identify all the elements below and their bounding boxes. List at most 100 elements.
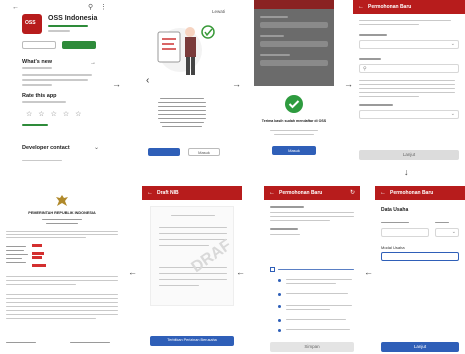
chevron-down-icon: ⌄ bbox=[450, 41, 455, 47]
nib-body bbox=[6, 280, 118, 281]
next-button[interactable]: Lanjut bbox=[359, 150, 459, 160]
section-heading bbox=[270, 206, 304, 208]
field-hint bbox=[359, 80, 455, 81]
refresh-icon[interactable]: ↻ bbox=[350, 190, 355, 196]
search-icon[interactable]: ⚲ bbox=[88, 4, 93, 11]
list-item bbox=[286, 279, 352, 280]
field-label bbox=[435, 222, 449, 223]
nib-field-label bbox=[6, 246, 26, 247]
chevron-down-icon: ⌄ bbox=[450, 111, 455, 117]
back-arrow-icon[interactable]: ← bbox=[12, 4, 19, 11]
flow-arrow-left-icon: ← bbox=[364, 267, 373, 277]
success-sheet: Terima kasih sudah mendaftar di OSS Masu… bbox=[254, 86, 334, 166]
flow-arrow-left-icon: ← bbox=[236, 267, 245, 277]
flow-arrow-right-icon: → bbox=[344, 79, 353, 89]
open-button[interactable] bbox=[62, 41, 96, 49]
bullet-icon bbox=[278, 319, 281, 322]
redacted-value bbox=[32, 244, 42, 247]
field-hint bbox=[359, 96, 419, 97]
onboarding-illustration bbox=[157, 25, 215, 75]
search-field[interactable]: ⚲ bbox=[359, 64, 459, 73]
app-header: ← Permohonan Baru ↻ bbox=[264, 186, 360, 200]
rating-stars[interactable]: ☆☆☆☆☆ bbox=[26, 110, 100, 118]
star-icon[interactable]: ☆ bbox=[38, 111, 50, 118]
header-title: Permohonan Baru bbox=[279, 189, 323, 196]
field-label bbox=[359, 104, 393, 106]
draft-preview: DRAF bbox=[150, 206, 235, 306]
field-hint bbox=[359, 84, 455, 85]
garuda-emblem-icon bbox=[56, 195, 68, 206]
field-hint bbox=[359, 88, 455, 89]
developer-contact-heading[interactable]: Developer contact bbox=[22, 145, 70, 152]
land-area-input[interactable] bbox=[381, 228, 429, 237]
nib-body bbox=[6, 314, 118, 315]
star-icon[interactable]: ☆ bbox=[63, 111, 75, 118]
app-header: ← Permohonan Baru bbox=[353, 0, 465, 14]
issue-license-button[interactable]: Terbitkan Perizinan Berusaha bbox=[150, 336, 234, 346]
flow-arrow-right-icon: → bbox=[112, 79, 121, 89]
more-vert-icon[interactable]: ⋮ bbox=[100, 4, 107, 11]
onboarding-text bbox=[158, 110, 206, 111]
section-text bbox=[270, 216, 354, 217]
nib-footer bbox=[6, 342, 36, 343]
whats-new-line bbox=[22, 79, 88, 81]
nib-body bbox=[6, 276, 118, 277]
onboarding-screen: Lewati ‹ Masuk bbox=[124, 0, 234, 170]
capital-input[interactable] bbox=[381, 252, 459, 261]
success-login-button-label: Masuk bbox=[288, 147, 300, 153]
nib-body bbox=[6, 234, 118, 235]
dropdown-field[interactable]: ⌄ bbox=[359, 40, 459, 49]
business-data-screen: ← Permohonan Baru Data Usaha ⌄ Modal Usa… bbox=[375, 186, 465, 354]
whats-new-arrow-icon[interactable]: → bbox=[90, 60, 96, 66]
back-arrow-icon[interactable]: ← bbox=[269, 190, 275, 196]
list-item bbox=[286, 305, 352, 306]
star-icon[interactable]: ☆ bbox=[26, 111, 38, 118]
preview-line bbox=[159, 285, 199, 286]
developer-name bbox=[48, 25, 88, 27]
scope-dropdown[interactable]: ⌄ bbox=[359, 110, 459, 119]
dimmed-label bbox=[260, 16, 288, 18]
login-button[interactable]: Masuk bbox=[188, 148, 220, 156]
back-arrow-icon[interactable]: ← bbox=[147, 190, 153, 196]
carousel-prev-icon[interactable]: ‹ bbox=[146, 76, 149, 86]
register-button[interactable] bbox=[148, 148, 180, 156]
dimmed-field bbox=[260, 60, 328, 66]
nib-footer bbox=[70, 342, 110, 343]
list-item bbox=[286, 309, 330, 310]
chevron-down-icon: ⌄ bbox=[451, 229, 456, 235]
nib-body bbox=[6, 284, 76, 285]
save-button[interactable]: Simpan bbox=[270, 342, 354, 352]
register-success-screen: Terima kasih sudah mendaftar di OSS Masu… bbox=[242, 0, 344, 170]
header-title: Draft NIB bbox=[157, 189, 179, 196]
nib-field-label bbox=[6, 258, 22, 259]
nib-field-label bbox=[6, 254, 28, 255]
onboarding-text bbox=[158, 118, 206, 119]
redacted-value bbox=[32, 252, 44, 255]
star-icon[interactable]: ☆ bbox=[51, 111, 63, 118]
field-label bbox=[381, 222, 409, 223]
write-review-link[interactable] bbox=[22, 124, 48, 126]
preview-line bbox=[159, 273, 227, 274]
nib-field-label bbox=[6, 262, 26, 263]
success-login-button[interactable]: Masuk bbox=[272, 146, 316, 155]
bullet-icon bbox=[278, 305, 281, 308]
nav-bar-line bbox=[22, 160, 62, 161]
nib-field-label bbox=[6, 250, 24, 251]
uninstall-button[interactable] bbox=[22, 41, 56, 49]
back-arrow-icon[interactable]: ← bbox=[380, 190, 386, 196]
unit-dropdown[interactable]: ⌄ bbox=[435, 228, 459, 237]
bullet-icon bbox=[278, 293, 281, 296]
chevron-down-icon[interactable]: ⌄ bbox=[94, 145, 99, 151]
onboarding-text bbox=[158, 114, 206, 115]
redacted-value bbox=[32, 256, 42, 259]
star-icon[interactable]: ☆ bbox=[75, 111, 87, 118]
list-item bbox=[286, 283, 336, 284]
dimmed-field bbox=[260, 41, 328, 47]
next-button[interactable]: Lanjut bbox=[381, 342, 459, 352]
next-button-label: Lanjut bbox=[413, 344, 427, 349]
dimmed-field bbox=[260, 22, 328, 28]
bullet-icon bbox=[278, 279, 281, 282]
agree-checkbox[interactable] bbox=[270, 267, 275, 272]
whats-new-line bbox=[22, 74, 92, 76]
back-arrow-icon[interactable]: ← bbox=[358, 4, 364, 10]
